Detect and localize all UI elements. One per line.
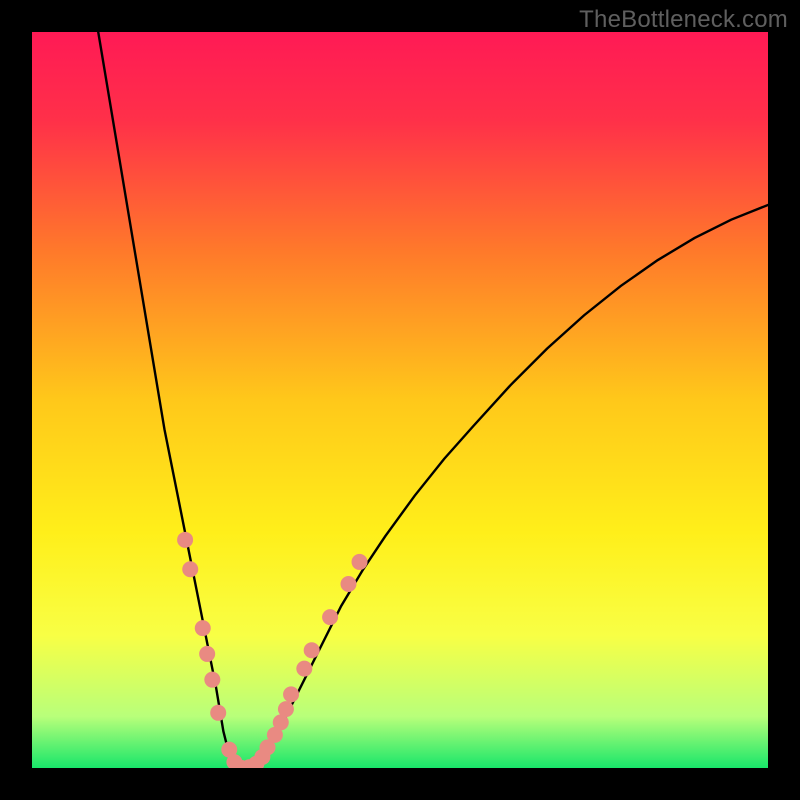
highlight-point [204,672,220,688]
highlight-point [278,701,294,717]
plot-area [32,32,768,768]
chart-frame: TheBottleneck.com [0,0,800,800]
watermark-text: TheBottleneck.com [579,6,788,34]
highlight-point [182,561,198,577]
highlight-point [199,646,215,662]
highlight-point [304,642,320,658]
highlight-point [352,554,368,570]
highlight-point [177,532,193,548]
highlight-point [195,620,211,636]
bottleneck-chart [32,32,768,768]
highlight-point [322,609,338,625]
highlight-point [296,661,312,677]
gradient-background [32,32,768,768]
highlight-point [283,686,299,702]
highlight-point [340,576,356,592]
highlight-point [210,705,226,721]
